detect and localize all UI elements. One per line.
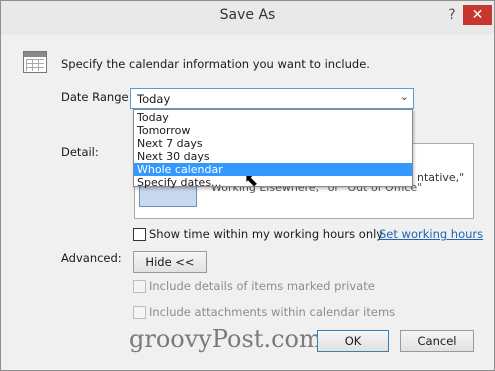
help-icon: ? <box>448 7 456 23</box>
title-bar[interactable]: Save As ? ✕ <box>1 1 494 31</box>
dialog-title: Save As <box>219 7 276 23</box>
close-button[interactable]: ✕ <box>463 5 492 25</box>
advanced-label: Advanced: <box>61 251 122 265</box>
date-range-dropdown-list: Today Tomorrow Next 7 days Next 30 days … <box>133 109 413 189</box>
working-hours-checkbox[interactable] <box>133 228 146 241</box>
watermark: groovyPost.com <box>129 325 322 353</box>
date-range-value: Today <box>137 92 171 106</box>
mouse-cursor-icon: ⬉ <box>244 171 259 191</box>
ok-button[interactable]: OK <box>317 330 389 352</box>
dropdown-option-tomorrow[interactable]: Tomorrow <box>134 124 412 137</box>
attachments-label: Include attachments within calendar item… <box>149 305 396 319</box>
attachments-checkbox[interactable] <box>133 306 146 319</box>
detail-description-tail: ntative," <box>417 171 465 184</box>
cancel-button[interactable]: Cancel <box>400 330 474 352</box>
private-items-label: Include details of items marked private <box>149 279 375 293</box>
dropdown-option-next-30-days[interactable]: Next 30 days <box>134 150 412 163</box>
close-icon: ✕ <box>471 7 484 23</box>
dropdown-option-today[interactable]: Today <box>134 111 412 124</box>
private-items-checkbox[interactable] <box>133 280 146 293</box>
set-working-hours-link[interactable]: Set working hours <box>379 227 483 241</box>
detail-label: Detail: <box>61 145 99 159</box>
save-as-dialog: Save As ? ✕ Specify the calendar informa… <box>0 0 495 371</box>
dialog-body: Specify the calendar information you wan… <box>1 35 494 370</box>
chevron-down-icon[interactable]: ⌄ <box>400 90 409 103</box>
working-hours-label[interactable]: Show time within my working hours only <box>149 227 383 241</box>
dropdown-option-whole-calendar[interactable]: Whole calendar <box>134 163 412 176</box>
dropdown-option-next-7-days[interactable]: Next 7 days <box>134 137 412 150</box>
intro-text: Specify the calendar information you wan… <box>61 57 370 71</box>
help-button[interactable]: ? <box>441 5 463 25</box>
date-range-label: Date Range: <box>61 90 133 104</box>
hide-advanced-button[interactable]: Hide << <box>133 251 207 273</box>
calendar-icon <box>23 51 47 73</box>
date-range-select[interactable]: Today ⌄ <box>130 88 414 109</box>
dropdown-option-specify-dates[interactable]: Specify dates... <box>134 176 412 189</box>
